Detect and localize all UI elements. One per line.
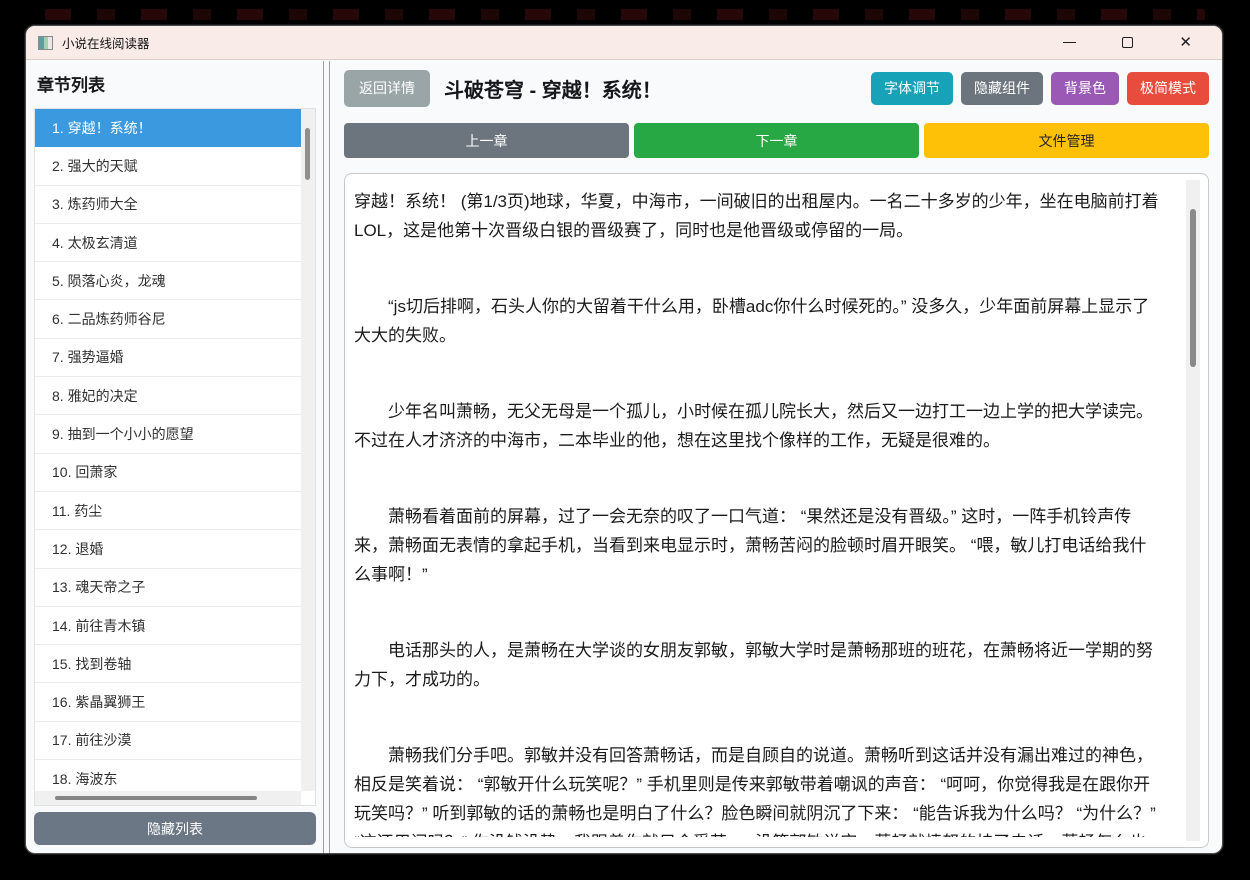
background-color-button[interactable]: 背景色 [1051, 71, 1119, 105]
hide-components-button[interactable]: 隐藏组件 [961, 71, 1043, 105]
chapter-list-horizontal-scrollbar[interactable] [35, 791, 301, 805]
chapter-list-horizontal-scrollbar-thumb[interactable] [55, 796, 257, 800]
action-buttons: 字体调节 隐藏组件 背景色 极简模式 [871, 71, 1209, 105]
chapter-list-header: 章节列表 [37, 76, 105, 95]
reader-area: 穿越！系统！ (第1/3页)地球，华夏，中海市，一间破旧的出租屋内。一名二十多岁… [344, 173, 1209, 848]
paragraph: “js切后排啊，石头人你的大留着干什么用，卧槽adc你什么时候死的。” 没多久，… [354, 297, 1150, 345]
window-controls: ✕ [1057, 31, 1210, 54]
minimal-mode-button[interactable]: 极简模式 [1127, 71, 1209, 105]
window-content: 章节列表 1. 穿越！系统！ 2. 强大的天赋 3. 炼药师大全 4. 太极玄清道 5.… [26, 60, 1222, 853]
chapter-nav: 上一章 下一章 文件管理 [344, 123, 1209, 158]
back-to-details-button[interactable]: 返回详情 [344, 69, 430, 107]
chapter-item[interactable]: 10. 回萧家 [35, 453, 301, 492]
background-artifact [45, 9, 1205, 20]
chapter-list-vertical-scrollbar[interactable] [301, 109, 315, 791]
chapter-item[interactable]: 12. 退婚 [35, 530, 301, 569]
maximize-icon [1122, 37, 1134, 48]
chapter-item[interactable]: 13. 魂天帝之子 [35, 568, 301, 607]
chapter-item[interactable]: 4. 太极玄清道 [35, 223, 301, 263]
maximize-button[interactable] [1116, 33, 1139, 52]
chapter-list: 1. 穿越！系统！ 2. 强大的天赋 3. 炼药师大全 4. 太极玄清道 5. 陨落心炎… [34, 108, 316, 806]
chapter-item[interactable]: 16. 紫晶翼狮王 [35, 683, 301, 722]
chapter-item[interactable]: 2. 强大的天赋 [35, 147, 301, 186]
file-manager-button[interactable]: 文件管理 [924, 123, 1209, 158]
chapter-item[interactable]: 15. 找到卷轴 [35, 645, 301, 684]
chapter-title: 斗破苍穹 - 穿越！系统！ [444, 79, 662, 102]
panel-splitter[interactable] [323, 61, 330, 853]
minimize-button[interactable] [1057, 38, 1082, 47]
paragraph: 萧畅看着面前的屏幕，过了一会无奈的叹了一口气道： “果然还是没有晋级。” 这时，… [354, 507, 1147, 584]
titlebar: 小说在线阅读器 ✕ [26, 26, 1222, 60]
reader-vertical-scrollbar-thumb[interactable] [1190, 209, 1196, 367]
app-window: 小说在线阅读器 ✕ 章节列表 1. 穿越！系统！ 2. 强大的天赋 3. 炼药师大全… [25, 25, 1223, 854]
chapter-item[interactable]: 5. 陨落心炎，龙魂 [35, 262, 301, 301]
chapter-item[interactable]: 14. 前往青木镇 [35, 606, 301, 646]
chapter-sidebar: 章节列表 1. 穿越！系统！ 2. 强大的天赋 3. 炼药师大全 4. 太极玄清道 5.… [34, 60, 316, 853]
reader-text: 穿越！系统！ (第1/3页)地球，华夏，中海市，一间破旧的出租屋内。一名二十多岁… [354, 187, 1162, 837]
chapter-item[interactable]: 9. 抽到一个小小的愿望 [35, 415, 301, 454]
chapter-item[interactable]: 18. 海波东 [35, 760, 301, 791]
reader-panel: 返回详情 斗破苍穹 - 穿越！系统！ 字体调节 隐藏组件 背景色 极简模式 上一章 下一… [344, 60, 1209, 853]
chapter-item[interactable]: 8. 雅妃的决定 [35, 377, 301, 416]
close-icon: ✕ [1179, 34, 1192, 51]
chapter-item[interactable]: 11. 药尘 [35, 491, 301, 531]
close-button[interactable]: ✕ [1173, 31, 1198, 54]
chapter-list-vertical-scrollbar-thumb[interactable] [305, 128, 310, 180]
font-adjust-button[interactable]: 字体调节 [871, 71, 953, 105]
hide-list-button[interactable]: 隐藏列表 [34, 812, 316, 845]
chapter-list-items: 1. 穿越！系统！ 2. 强大的天赋 3. 炼药师大全 4. 太极玄清道 5. 陨落心炎… [35, 109, 301, 791]
chapter-item[interactable]: 7. 强势逼婚 [35, 338, 301, 378]
paragraph: 少年名叫萧畅，无父无母是一个孤儿，小时候在孤儿院长大，然后又一边打工一边上学的把… [354, 402, 1153, 450]
paragraph: 电话那头的人，是萧畅在大学谈的女朋友郭敏，郭敏大学时是萧畅那班的班花，在萧畅将近… [354, 641, 1153, 689]
chapter-item[interactable]: 17. 前往沙漠 [35, 721, 301, 761]
paragraph: 萧畅我们分手吧。郭敏并没有回答萧畅话，而是自顾自的说道。萧畅听到这话并没有漏出难… [354, 746, 1156, 837]
chapter-item[interactable]: 6. 二品炼药师谷尼 [35, 300, 301, 339]
window-title: 小说在线阅读器 [62, 37, 150, 51]
chapter-item[interactable]: 3. 炼药师大全 [35, 185, 301, 224]
reader-vertical-scrollbar[interactable] [1186, 180, 1200, 841]
chapter-item[interactable]: 1. 穿越！系统！ [35, 109, 301, 148]
app-icon [38, 35, 53, 50]
next-chapter-button[interactable]: 下一章 [634, 123, 919, 158]
paragraph: 穿越！系统！ (第1/3页)地球，华夏，中海市，一间破旧的出租屋内。一名二十多岁… [354, 192, 1159, 240]
prev-chapter-button[interactable]: 上一章 [344, 123, 629, 158]
minimize-icon [1063, 42, 1077, 43]
reader-toolbar: 返回详情 斗破苍穹 - 穿越！系统！ 字体调节 隐藏组件 背景色 极简模式 [344, 69, 1209, 107]
